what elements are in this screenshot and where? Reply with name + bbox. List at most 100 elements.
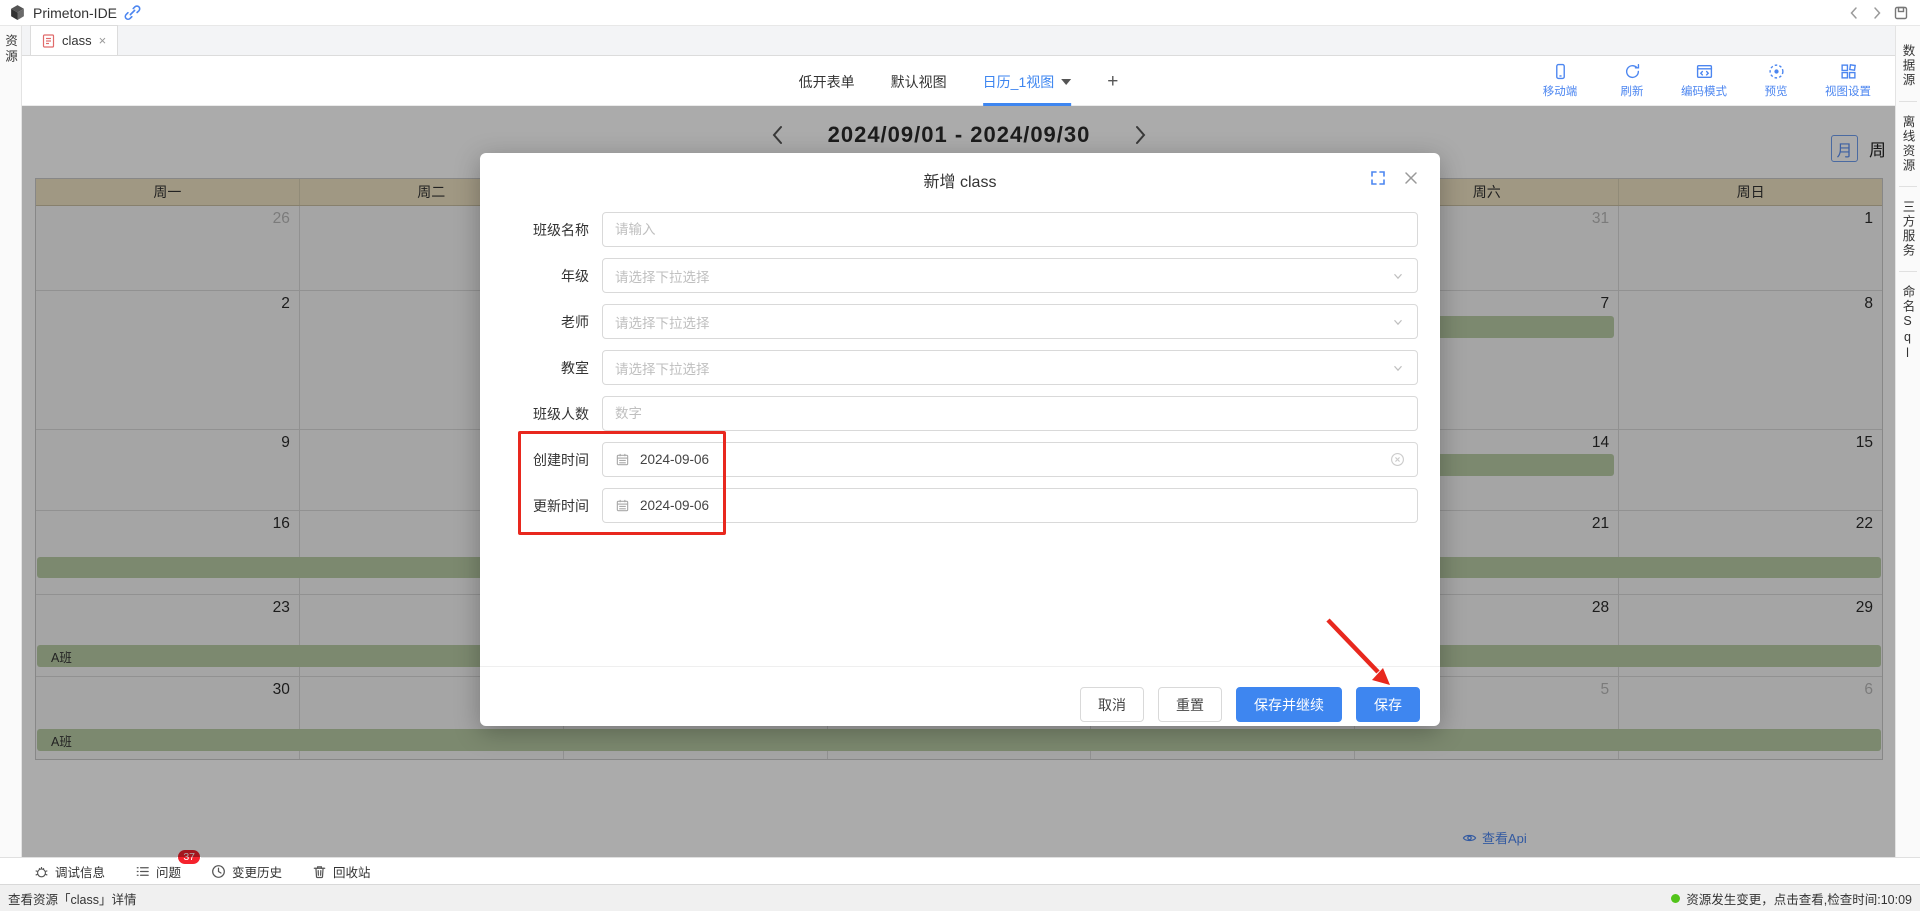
form-row: 班级名称: [480, 212, 1418, 247]
save-button[interactable]: 保存: [1356, 687, 1420, 722]
sidebar-item-third-party-services[interactable]: 三方服务: [1899, 188, 1918, 270]
bottom-item-label: 变更历史: [232, 862, 282, 881]
new-class-dialog: 新增 class 班级名称 年级 请选择下拉选择 老师 请选择下拉选择: [480, 153, 1440, 726]
form-row: 年级 请选择下拉选择: [480, 258, 1418, 293]
field-label: 班级人数: [480, 404, 602, 424]
sidebar-item-resources[interactable]: 资源: [1, 34, 20, 65]
action-label: 刷新: [1621, 83, 1644, 99]
view-tab-default[interactable]: 默认视图: [891, 56, 947, 106]
chevron-down-icon[interactable]: [1061, 79, 1071, 85]
trash-icon: [312, 864, 327, 879]
mobile-preview-button[interactable]: 移动端: [1529, 63, 1591, 99]
refresh-button[interactable]: 刷新: [1601, 63, 1663, 99]
code-mode-button[interactable]: 编码模式: [1673, 63, 1735, 99]
recycle-bin-button[interactable]: 回收站: [312, 862, 371, 881]
view-tab-calendar[interactable]: 日历_1视图: [983, 56, 1072, 106]
fullscreen-icon[interactable]: [1370, 170, 1386, 186]
form-row: 更新时间 2024-09-06: [480, 488, 1418, 523]
select-placeholder: 请选择下拉选择: [615, 266, 710, 286]
action-label: 编码模式: [1681, 83, 1727, 99]
add-view-button[interactable]: +: [1107, 56, 1118, 106]
divider: [1899, 186, 1917, 187]
view-tab-label: 低开表单: [799, 72, 855, 92]
close-icon[interactable]: [1404, 171, 1418, 185]
tab-class[interactable]: class ×: [30, 25, 118, 55]
field-label: 更新时间: [480, 496, 602, 516]
form-row: 班级人数: [480, 396, 1418, 431]
nav-forward-icon[interactable]: [1870, 6, 1884, 20]
chevron-down-icon: [1391, 361, 1405, 375]
create-time-field[interactable]: 2024-09-06: [602, 442, 1418, 477]
save-file-icon[interactable]: [1893, 5, 1909, 21]
view-tab-label: 日历_1视图: [983, 72, 1055, 92]
change-history-button[interactable]: 变更历史: [211, 862, 282, 881]
nav-back-icon[interactable]: [1847, 6, 1861, 20]
class-size-input[interactable]: [602, 396, 1418, 431]
chevron-down-icon: [1391, 269, 1405, 283]
preview-eye-icon: [1768, 63, 1785, 80]
field-label: 年级: [480, 266, 602, 286]
right-panel-strip: 数据源 离线资源 三方服务 命名Sql: [1895, 26, 1920, 857]
form-row: 创建时间 2024-09-06: [480, 442, 1418, 477]
action-label: 预览: [1765, 83, 1788, 99]
bottom-item-label: 调试信息: [55, 862, 105, 881]
grade-select[interactable]: 请选择下拉选择: [602, 258, 1418, 293]
select-placeholder: 请选择下拉选择: [615, 312, 710, 332]
dialog-title: 新增 class: [480, 168, 1440, 192]
reset-button[interactable]: 重置: [1158, 687, 1222, 722]
link-icon[interactable]: [124, 4, 141, 21]
sidebar-item-datasource[interactable]: 数据源: [1899, 32, 1918, 100]
update-time-field[interactable]: 2024-09-06: [602, 488, 1418, 523]
status-left-text: 查看资源「class」详情: [8, 889, 136, 908]
sidebar-item-named-sql[interactable]: 命名Sql: [1899, 273, 1918, 374]
view-settings-button[interactable]: 视图设置: [1817, 63, 1879, 99]
clock-icon: [211, 864, 226, 879]
mobile-icon: [1552, 63, 1569, 80]
view-tab-label: 默认视图: [891, 72, 947, 92]
field-label: 班级名称: [480, 220, 602, 240]
left-activity-strip: 资源: [0, 26, 22, 857]
refresh-icon: [1624, 63, 1641, 80]
divider: [1899, 271, 1917, 272]
divider: [1899, 101, 1917, 102]
class-name-input[interactable]: [602, 212, 1418, 247]
view-toolbar: 低开表单 默认视图 日历_1视图 + 移动端: [22, 56, 1895, 106]
cancel-button[interactable]: 取消: [1080, 687, 1144, 722]
sidebar-item-offline-resources[interactable]: 离线资源: [1899, 103, 1918, 185]
clear-icon[interactable]: [1390, 452, 1405, 467]
field-label: 创建时间: [480, 450, 602, 470]
list-icon: [135, 864, 150, 879]
status-green-dot: [1671, 894, 1680, 903]
bottom-panel-bar: 调试信息 问题 37 变更历史 回收站: [0, 857, 1920, 884]
title-bar: Primeton-IDE: [0, 0, 1920, 26]
calendar-icon: [615, 452, 630, 467]
debug-icon: [34, 864, 49, 879]
tab-label: class: [62, 33, 92, 48]
form-row: 老师 请选择下拉选择: [480, 304, 1418, 339]
teacher-select[interactable]: 请选择下拉选择: [602, 304, 1418, 339]
view-tab-form[interactable]: 低开表单: [799, 56, 855, 106]
classroom-select[interactable]: 请选择下拉选择: [602, 350, 1418, 385]
chevron-down-icon: [1391, 315, 1405, 329]
date-value: 2024-09-06: [640, 452, 709, 467]
form-row: 教室 请选择下拉选择: [480, 350, 1418, 385]
debug-info-button[interactable]: 调试信息: [34, 862, 105, 881]
select-placeholder: 请选择下拉选择: [615, 358, 710, 378]
tab-close-icon[interactable]: ×: [99, 34, 107, 47]
save-and-continue-button[interactable]: 保存并继续: [1236, 687, 1342, 722]
date-value: 2024-09-06: [640, 498, 709, 513]
grid-icon: [1840, 63, 1857, 80]
problems-button[interactable]: 问题 37: [135, 862, 181, 881]
document-icon: [42, 34, 55, 48]
app-title: Primeton-IDE: [33, 5, 117, 21]
field-label: 老师: [480, 312, 602, 332]
app-logo-icon: [9, 4, 26, 21]
action-label: 移动端: [1543, 83, 1578, 99]
dialog-footer: 取消 重置 保存并继续 保存: [480, 666, 1440, 726]
code-window-icon: [1696, 63, 1713, 80]
bottom-item-label: 问题: [156, 862, 181, 881]
status-right-text[interactable]: 资源发生变更，点击查看,检查时间:10:09: [1686, 889, 1912, 908]
field-label: 教室: [480, 358, 602, 378]
preview-button[interactable]: 预览: [1745, 63, 1807, 99]
calendar-icon: [615, 498, 630, 513]
